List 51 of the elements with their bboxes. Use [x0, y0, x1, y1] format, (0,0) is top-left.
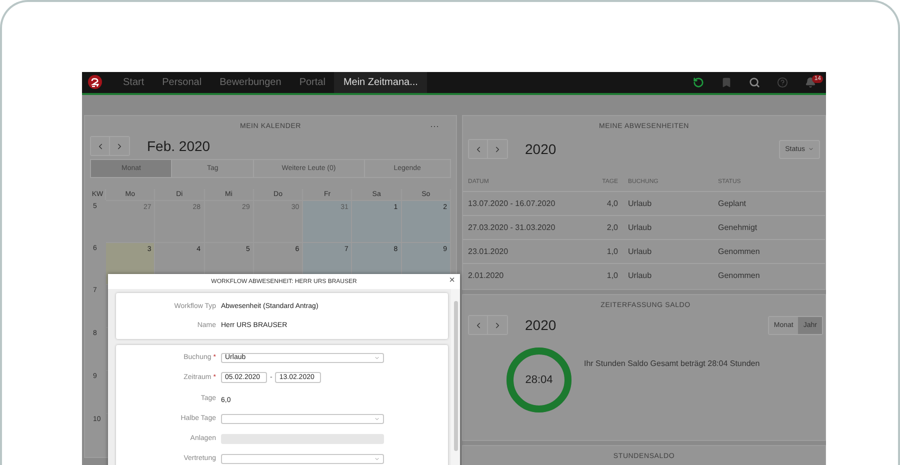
previous-button[interactable]	[469, 140, 488, 158]
month-heading: Feb. 2020	[147, 138, 210, 154]
chevron-right-icon	[493, 144, 502, 154]
search-icon[interactable]	[749, 77, 760, 88]
more-menu[interactable]: ···	[430, 121, 439, 131]
refresh-icon[interactable]	[693, 77, 704, 88]
bell-icon[interactable]	[805, 77, 816, 88]
next-button[interactable]	[110, 137, 129, 155]
table-cell: Genommen	[713, 239, 825, 263]
table-cell: Genommen	[713, 263, 825, 287]
chevron-down-icon	[374, 456, 380, 462]
table-cell: 2.01.2020	[463, 263, 583, 287]
app-logo-icon	[88, 75, 102, 89]
table-cell: 23.01.2020	[463, 239, 583, 263]
caret-icon	[808, 146, 814, 152]
table-cell: 27.03.2020 - 31.03.2020	[463, 215, 583, 239]
previous-button[interactable]	[91, 137, 110, 155]
select-field[interactable]	[221, 454, 384, 464]
nav-link[interactable]: Start	[114, 72, 154, 93]
chevron-right-icon	[493, 320, 502, 330]
saldo-message: Ihr Stunden Saldo Gesamt beträgt 28:04 Stunden	[584, 359, 760, 368]
table-cell: Urlaub	[623, 215, 713, 239]
chevron-right-icon	[115, 142, 124, 150]
year-heading: 2020	[525, 317, 556, 334]
table-cell: 4,0	[583, 191, 623, 215]
next-button[interactable]	[488, 140, 507, 158]
scrollbar[interactable]	[451, 289, 460, 465]
nav-link[interactable]: Portal	[290, 72, 334, 93]
table-cell: Geplant	[713, 191, 825, 215]
nav-link[interactable]: Bewerbungen	[210, 72, 290, 93]
chevron-down-icon	[374, 354, 380, 360]
table-cell: Urlaub	[623, 263, 713, 287]
table-cell: 1,0	[583, 239, 623, 263]
nav-link[interactable]: Mein Zeitmana...	[334, 72, 427, 93]
table-cell: Urlaub	[623, 191, 713, 215]
close-button[interactable]: ×	[449, 275, 455, 287]
table-cell: Genehmigt	[713, 215, 825, 239]
help-icon[interactable]	[777, 77, 788, 88]
year-heading: 2020	[525, 141, 556, 157]
ring-value: 28:04	[525, 374, 553, 386]
table-cell: Urlaub	[623, 239, 713, 263]
chevron-down-icon	[374, 416, 380, 422]
table-cell: 2,0	[583, 215, 623, 239]
bookmark-icon[interactable]	[721, 77, 732, 88]
table-cell: 1,0	[583, 263, 623, 287]
saldo-ring-drawing	[506, 347, 572, 414]
previous-button[interactable]	[469, 316, 488, 334]
select-field[interactable]	[221, 414, 384, 424]
table-cell: 13.07.2020 - 16.07.2020	[463, 191, 583, 215]
next-button[interactable]	[488, 316, 507, 334]
nav-link[interactable]: Personal	[153, 72, 211, 93]
